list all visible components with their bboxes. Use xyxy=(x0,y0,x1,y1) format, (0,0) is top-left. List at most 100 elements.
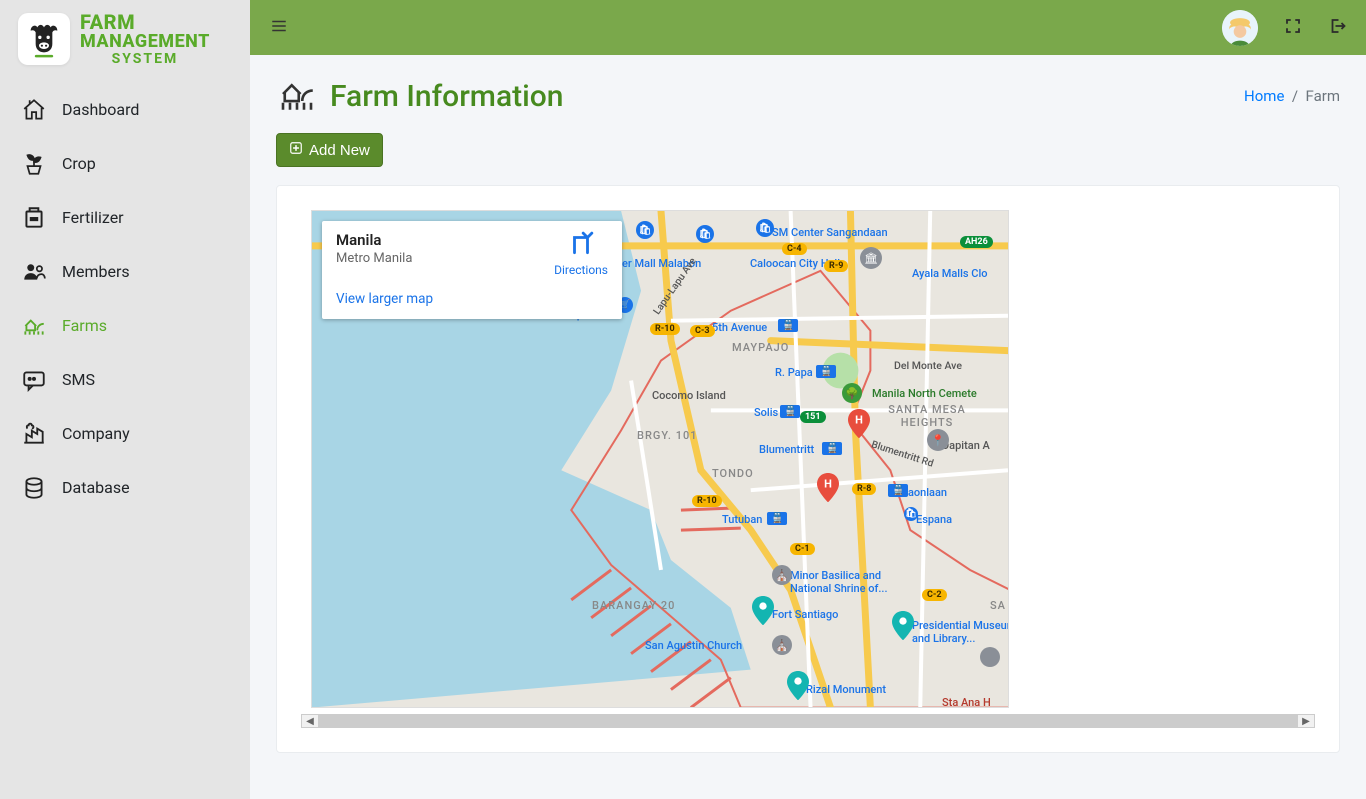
scroll-left-icon[interactable]: ◀ xyxy=(302,715,318,727)
topbar xyxy=(250,0,1366,55)
svg-text:H: H xyxy=(855,414,863,427)
plant-icon xyxy=(20,150,48,178)
road-label: R-10 xyxy=(650,323,680,335)
shop-icon: 🛍 xyxy=(756,219,774,237)
transit-icon: 🚆 xyxy=(822,442,842,455)
page-title: Farm Information xyxy=(330,79,563,114)
svg-text:H: H xyxy=(824,478,832,491)
factory-icon xyxy=(20,420,48,448)
map[interactable]: SM Center Sangandaan er Mall Malabon Cal… xyxy=(311,210,1009,708)
horizontal-scrollbar[interactable]: ◀ ▶ xyxy=(301,714,1315,728)
transit-icon: 🚆 xyxy=(888,484,908,497)
directions-button[interactable]: Directions xyxy=(554,231,608,277)
poi-pin-icon xyxy=(892,611,914,641)
map-label: Espana xyxy=(916,513,952,526)
map-location-name: Manila xyxy=(336,231,412,249)
breadcrumb: Home / Farm xyxy=(1244,87,1340,105)
sidebar-item-label: Members xyxy=(62,262,130,281)
map-card: SM Center Sangandaan er Mall Malabon Cal… xyxy=(276,185,1340,753)
map-label: Cocomo Island xyxy=(652,389,726,402)
map-label: Sta Ana H xyxy=(942,696,991,708)
map-label: San Agustin Church xyxy=(645,639,742,652)
logo-line1: FARM xyxy=(80,12,210,33)
sidebar-item-label: Company xyxy=(62,424,130,443)
directions-icon xyxy=(568,231,594,257)
sidebar-item-crop[interactable]: Crop xyxy=(0,137,250,191)
map-label: Minor Basilica and National Shrine of... xyxy=(790,569,910,595)
sidebar-item-fertilizer[interactable]: Fertilizer xyxy=(0,191,250,245)
scrollbar-thumb[interactable] xyxy=(318,715,1298,727)
road-label: C-3 xyxy=(690,325,715,337)
bag-icon xyxy=(20,204,48,232)
building-icon: 🏛 xyxy=(860,247,882,269)
menu-toggle-icon[interactable] xyxy=(270,17,288,39)
sidebar-item-members[interactable]: Members xyxy=(0,245,250,299)
map-location-sub: Metro Manila xyxy=(336,251,412,266)
map-label: BRGY. 101 xyxy=(637,429,697,442)
shop-icon: 🛍 xyxy=(904,507,918,521)
logo: FARM MANAGEMENT SYSTEM xyxy=(0,0,250,77)
shop-icon: 🛍 xyxy=(696,225,714,243)
farm-icon xyxy=(20,312,48,340)
logo-icon xyxy=(18,13,70,65)
map-label: SANTA MESA HEIGHTS xyxy=(882,403,972,429)
sidebar-item-farms[interactable]: Farms xyxy=(0,299,250,353)
scroll-right-icon[interactable]: ▶ xyxy=(1298,715,1314,727)
map-label: SM Center Sangandaan xyxy=(772,226,888,239)
transit-icon: 🚆 xyxy=(816,365,836,378)
map-label: Manila North Cemete xyxy=(872,387,977,400)
transit-icon: 🚆 xyxy=(780,405,800,418)
road-label: R-9 xyxy=(824,260,848,272)
poi-pin-icon xyxy=(752,596,774,626)
breadcrumb-home[interactable]: Home xyxy=(1244,87,1284,105)
fullscreen-icon[interactable] xyxy=(1284,17,1302,39)
map-label: SA xyxy=(990,599,1006,612)
sidebar-item-label: Database xyxy=(62,478,130,497)
church-icon: ⛪ xyxy=(772,635,792,655)
plus-icon xyxy=(289,141,303,159)
view-larger-map-link[interactable]: View larger map xyxy=(336,291,433,307)
sidebar-item-label: Farms xyxy=(62,316,107,335)
church-icon: ⛪ xyxy=(772,565,792,585)
map-info-overlay: Manila Metro Manila Directions View larg… xyxy=(322,221,622,319)
road-label: C-2 xyxy=(922,589,947,601)
map-label: Presidential Museum and Library... xyxy=(912,619,1009,645)
map-label: TONDO xyxy=(712,467,754,480)
logo-line3: SYSTEM xyxy=(80,52,210,67)
map-label: 5th Avenue xyxy=(712,321,767,334)
map-label: Fort Santiago xyxy=(772,608,838,621)
breadcrumb-current: Farm xyxy=(1306,87,1340,105)
add-new-label: Add New xyxy=(309,142,370,159)
sidebar-item-label: Dashboard xyxy=(62,100,139,119)
map-label: Laonlaan xyxy=(902,486,947,499)
add-new-button[interactable]: Add New xyxy=(276,133,383,167)
logout-icon[interactable] xyxy=(1328,17,1346,39)
sidebar-nav: Dashboard Crop Fertilizer Members Farms … xyxy=(0,83,250,515)
road-label: AH26 xyxy=(960,236,993,248)
road-label: R-10 xyxy=(692,495,722,507)
map-label: Solis xyxy=(754,406,778,419)
user-avatar[interactable] xyxy=(1222,10,1258,46)
sidebar-item-dashboard[interactable]: Dashboard xyxy=(0,83,250,137)
members-icon xyxy=(20,258,48,286)
road-label: R-8 xyxy=(852,483,876,495)
map-label: Ayala Malls Clo xyxy=(912,267,988,280)
sidebar-item-label: Fertilizer xyxy=(62,208,124,227)
sidebar-item-sms[interactable]: SMS xyxy=(0,353,250,407)
sidebar-item-label: Crop xyxy=(62,154,96,173)
park-icon: 🌳 xyxy=(842,383,862,403)
house-icon xyxy=(20,96,48,124)
sidebar-item-label: SMS xyxy=(62,370,95,389)
shop-icon: 🛍 xyxy=(636,221,654,239)
sidebar-item-database[interactable]: Database xyxy=(0,461,250,515)
map-label: Tutuban xyxy=(722,513,762,526)
road-label: C-4 xyxy=(782,243,807,255)
directions-label: Directions xyxy=(554,263,608,277)
breadcrumb-sep: / xyxy=(1288,87,1305,105)
transit-icon: 🚆 xyxy=(778,319,798,332)
building-icon xyxy=(980,647,1000,667)
sidebar-item-company[interactable]: Company xyxy=(0,407,250,461)
map-label: MAYPAJO xyxy=(732,341,789,354)
map-label: R. Papa xyxy=(775,366,813,379)
map-label: Rizal Monument xyxy=(806,683,886,696)
